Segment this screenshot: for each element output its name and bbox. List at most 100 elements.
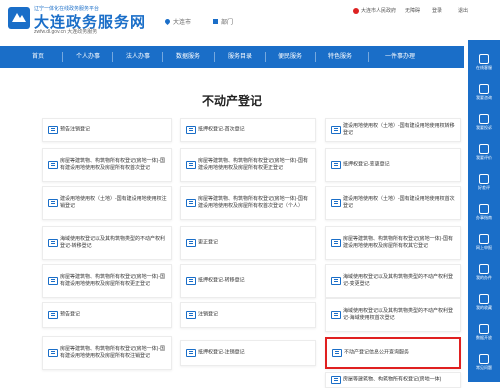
nav-divider <box>62 52 63 62</box>
document-icon <box>331 199 341 207</box>
nav-divider <box>368 52 369 62</box>
sidebar-item-faq[interactable]: 常见问题 <box>468 354 500 371</box>
location-label: 大连市 <box>173 20 192 26</box>
document-icon <box>186 239 196 247</box>
nav-divider <box>162 52 163 62</box>
service-card[interactable]: 房屋等建筑物、构筑物所有权登记(房地一体)-国有建设用地使用权及房屋所有权首次登… <box>180 186 316 220</box>
service-card[interactable]: 抵押权登记-注销登记 <box>180 340 316 366</box>
service-card-label: 海域使用权登记以及其构筑物类型的不动产权利登记-海域使用权首次登记 <box>343 308 454 321</box>
site-logo[interactable] <box>8 7 30 29</box>
service-card[interactable]: 海域使用权登记以及其构筑物类型的不动产权利登记-变更登记 <box>325 264 461 298</box>
service-card-label: 房屋等建筑物、构筑物所有权登记(房地一体)-国有建设用地使用权及房屋所有权注销登… <box>60 346 165 359</box>
sidebar-label: 我要咨询 <box>476 95 492 100</box>
nav-home[interactable]: 首页 <box>14 46 62 68</box>
sidebar-label: 网上申报 <box>476 245 492 250</box>
right-toolbar: 在线客服 我要咨询 我要投诉 我要评价 好差评 办事指南 网上申报 我的办件 我… <box>468 40 500 382</box>
service-card-label: 抵押权登记-变更登记 <box>343 161 390 168</box>
document-icon <box>48 349 58 357</box>
document-icon <box>48 311 58 319</box>
help-icon <box>479 354 489 364</box>
chat-icon <box>479 54 489 64</box>
sidebar-item-guide[interactable]: 办事指南 <box>468 204 500 221</box>
national-emblem-icon <box>353 7 359 14</box>
service-card-label: 房屋等建筑物、构筑物所有权登记(房地一体) <box>343 376 442 383</box>
sidebar-item-my-cases[interactable]: 我的办件 <box>468 264 500 281</box>
service-card[interactable]: 房屋等建筑物、构筑物所有权登记(房地一体)-国有建设用地使用权及房屋所有权注销登… <box>42 336 172 370</box>
service-card[interactable]: 房屋等建筑物、构筑物所有权登记(房地一体)-国有建设用地使用权及房屋所有权首次登… <box>42 148 172 182</box>
department-icon <box>213 19 218 24</box>
folder-icon <box>479 264 489 274</box>
nav-data-service[interactable]: 数据服务 <box>164 46 212 68</box>
thumb-icon <box>479 174 489 184</box>
nav-legal-person[interactable]: 法人办事 <box>114 46 162 68</box>
service-card-label: 抵押权登记-注销登记 <box>198 349 245 356</box>
document-icon <box>48 199 58 207</box>
service-card-label: 房屋等建筑物、构筑物所有权登记(房地一体)-国有建设用地使用权及房屋所有权首次登… <box>60 158 165 171</box>
sidebar-item-open-data[interactable]: 数据开放 <box>468 324 500 341</box>
heart-icon <box>479 294 489 304</box>
complaint-icon <box>479 114 489 124</box>
nav-divider <box>214 52 215 62</box>
service-card[interactable]: 海域使用权登记以及其构筑物类型的不动产权利登记-海域使用权首次登记 <box>325 298 461 332</box>
department-selector[interactable]: 部门 <box>213 17 233 26</box>
service-card-label: 建设用地使用权（土地）-国有建设用地使用权首次登记 <box>343 196 455 209</box>
service-card-label: 房屋等建筑物、构筑物所有权登记(房地一体)-国有建设用地使用权及房屋所有权其它登… <box>343 236 453 249</box>
service-card[interactable]: 预告登记 <box>42 302 172 328</box>
service-card[interactable]: 建设用地使用权（土地）-国有建设用地使用权转移登记 <box>325 118 461 142</box>
service-card-label: 建设用地使用权（土地）-国有建设用地使用权注销登记 <box>60 196 167 209</box>
sidebar-item-rating[interactable]: 好差评 <box>468 174 500 191</box>
sidebar-item-online-service[interactable]: 在线客服 <box>468 54 500 71</box>
document-icon <box>331 126 341 134</box>
sidebar-item-complaint[interactable]: 我要投诉 <box>468 114 500 131</box>
service-card-highlighted[interactable]: 不动产登记信息公开查询服务 <box>325 337 461 369</box>
site-url: zwfw.dl.gov.cn 大连政务服务 <box>34 29 98 35</box>
location-selector[interactable]: 大连市 <box>163 17 192 26</box>
sidebar-item-favorites[interactable]: 我的收藏 <box>468 294 500 311</box>
sidebar-label: 常见问题 <box>476 365 492 370</box>
service-card[interactable]: 房屋等建筑物、构筑物所有权登记(房地一体)-国有建设用地使用权及房屋所有权更正登… <box>180 148 316 182</box>
database-icon <box>479 324 489 334</box>
service-card[interactable]: 抵押权登记-转移登记 <box>180 264 316 298</box>
sidebar-item-consult[interactable]: 我要咨询 <box>468 84 500 101</box>
accessibility-link[interactable]: 无障碍 <box>405 7 420 14</box>
upload-icon <box>479 234 489 244</box>
service-card-label: 预告注销登记 <box>60 126 91 133</box>
login-link[interactable]: 登录 <box>432 7 442 14</box>
service-card[interactable]: 海域使用权登记以及其构筑物类型的不动产权利登记-转移登记 <box>42 226 172 260</box>
service-card-label: 预告登记 <box>60 311 81 318</box>
sidebar-label: 办事指南 <box>476 215 492 220</box>
service-card[interactable]: 更正登记 <box>180 226 316 260</box>
question-icon <box>479 84 489 94</box>
service-card[interactable]: 抵押权登记-首次登记 <box>180 118 316 142</box>
document-icon <box>48 277 58 285</box>
nav-service-catalog[interactable]: 服务目录 <box>216 46 264 68</box>
service-card[interactable]: 房屋等建筑物、构筑物所有权登记(房地一体)-国有建设用地使用权及房屋所有权更正登… <box>42 264 172 298</box>
department-label: 部门 <box>221 20 234 26</box>
service-card[interactable]: 抵押权登记-变更登记 <box>325 148 461 182</box>
logout-link[interactable]: 退出 <box>458 7 468 14</box>
service-card[interactable]: 建设用地使用权（土地）-国有建设用地使用权注销登记 <box>42 186 172 220</box>
nav-featured[interactable]: 特色服务 <box>316 46 364 68</box>
sidebar-item-evaluate[interactable]: 我要评价 <box>468 144 500 161</box>
page-title: 不动产登记 <box>201 94 262 108</box>
sidebar-label: 我要投诉 <box>476 125 492 130</box>
service-card[interactable]: 注销登记 <box>180 302 316 328</box>
nav-one-thing[interactable]: 一件事办理 <box>370 46 430 68</box>
service-card[interactable]: 建设用地使用权（土地）-国有建设用地使用权首次登记 <box>325 186 461 220</box>
nav-personal[interactable]: 个人办事 <box>64 46 112 68</box>
service-card-label: 抵押权登记-转移登记 <box>198 277 245 284</box>
document-icon <box>331 277 341 285</box>
document-icon <box>331 311 341 319</box>
sidebar-item-apply[interactable]: 网上申报 <box>468 234 500 251</box>
document-icon <box>331 239 341 247</box>
sidebar-label: 我的办件 <box>476 275 492 280</box>
service-card[interactable]: 预告注销登记 <box>42 118 172 142</box>
document-icon <box>331 376 341 384</box>
gov-link[interactable]: 大连市人民政府 <box>353 7 396 14</box>
service-card[interactable]: 房屋等建筑物、构筑物所有权登记(房地一体)-国有建设用地使用权及房屋所有权其它登… <box>325 226 461 260</box>
document-icon <box>186 199 196 207</box>
service-card-label: 房屋等建筑物、构筑物所有权登记(房地一体)-国有建设用地使用权及房屋所有权更正登… <box>198 158 308 171</box>
nav-divider <box>112 52 113 62</box>
service-card[interactable]: 房屋等建筑物、构筑物所有权登记(房地一体) <box>325 372 461 388</box>
nav-convenience[interactable]: 便民服务 <box>266 46 314 68</box>
